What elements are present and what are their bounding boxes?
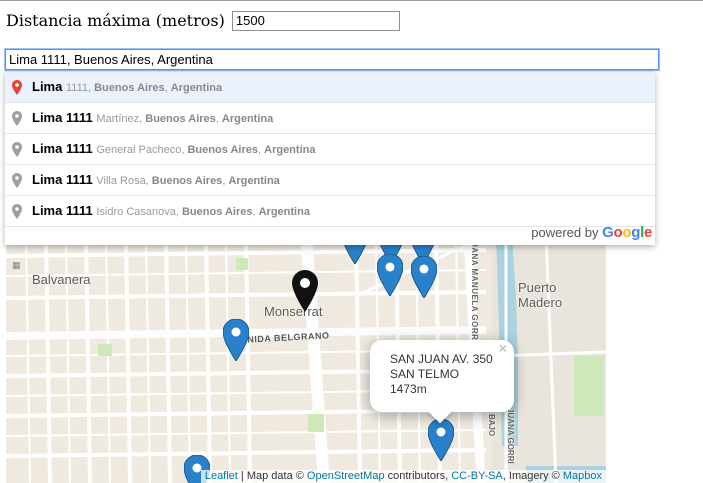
suggestion-main-text: Lima 1111 [32, 110, 93, 125]
map-label-bajo: BAJO [487, 414, 496, 437]
map-marker-pin-icon[interactable] [428, 419, 454, 461]
address-input[interactable] [4, 48, 660, 71]
suggestion-secondary-part: Argentina [264, 144, 316, 156]
google-logo-letter: G [602, 224, 614, 241]
suggestion-main-text: Lima 1111 [32, 203, 93, 218]
autocomplete-dropdown: Lima 1111, Buenos Aires, Argentina Lima 1… [5, 71, 655, 245]
google-logo-letter: o [622, 224, 632, 241]
google-logo-letter: g [631, 224, 641, 241]
suggestion-text: Lima 1111 General Pacheco, Buenos Aires,… [32, 141, 315, 158]
suggestion-list: Lima 1111, Buenos Aires, Argentina Lima 1… [5, 72, 655, 227]
suggestion-secondary-text: Villa Rosa, Buenos Aires, Argentina [96, 175, 279, 187]
map-marker-pin-icon[interactable] [411, 256, 437, 298]
distance-label: Distancia máxima (metros) [6, 10, 225, 30]
map-label-puerto-madero: Puerto Madero [518, 280, 563, 310]
attribution-text: , Imagery © [502, 470, 563, 482]
map-bus-icon: ▦ [12, 260, 21, 270]
attribution-text: | Map data © [237, 470, 307, 482]
mapbox-link[interactable]: Mapbox [563, 470, 602, 482]
suggestion-secondary-part: Buenos Aires [94, 82, 165, 94]
google-logo: Google [602, 224, 652, 241]
suggestion-item[interactable]: Lima 1111 Martínez, Buenos Aires, Argent… [5, 103, 655, 134]
ccbysa-link[interactable]: CC-BY-SA [451, 470, 503, 482]
current-location-marker-icon[interactable] [292, 270, 318, 312]
top-divider [0, 0, 703, 1]
suggestion-secondary-part: Villa Rosa, [96, 175, 152, 187]
suggestion-text: Lima 1111 Martínez, Buenos Aires, Argent… [32, 110, 273, 127]
suggestion-secondary-part: 1111, [65, 82, 95, 94]
suggestion-secondary-part: General Pacheco, [96, 144, 188, 156]
suggestion-item[interactable]: Lima 1111, Buenos Aires, Argentina [5, 72, 655, 103]
distance-row: Distancia máxima (metros) [6, 9, 400, 32]
osm-link[interactable]: OpenStreetMap [307, 470, 385, 482]
suggestion-secondary-part: Martínez, [96, 113, 146, 125]
suggestion-text: Lima 1111 Villa Rosa, Buenos Aires, Arge… [32, 172, 280, 189]
suggestion-item[interactable]: Lima 1111 General Pacheco, Buenos Aires,… [5, 134, 655, 165]
location-pin-icon [12, 80, 22, 95]
location-pin-icon [12, 142, 22, 157]
popup-content: SAN JUAN AV. 350 SAN TELMO 1473m [390, 352, 493, 397]
suggestion-item[interactable]: Lima 1111 Villa Rosa, Buenos Aires, Arge… [5, 165, 655, 196]
popup-close-icon[interactable]: × [499, 341, 507, 356]
attribution-text: contributors, [384, 470, 452, 482]
google-logo-letter: e [643, 224, 652, 241]
map[interactable]: Balvanera Monserrat Puerto Madero AVENID… [6, 236, 606, 483]
popup-neighborhood: SAN TELMO [390, 367, 460, 381]
map-label-balvanera: Balvanera [32, 272, 91, 287]
powered-by-google: powered by Google [531, 224, 652, 241]
suggestion-secondary-part: Buenos Aires [145, 113, 216, 125]
suggestion-secondary-text: Martínez, Buenos Aires, Argentina [96, 113, 273, 125]
suggestion-secondary-part: Buenos Aires [187, 144, 258, 156]
powered-by-text: powered by [531, 225, 599, 240]
marker-popup: SAN JUAN AV. 350 SAN TELMO 1473m × [370, 340, 514, 424]
suggestion-secondary-part: Argentina [228, 175, 280, 187]
suggestion-text: Lima 1111 Isidro Casanova, Buenos Aires,… [32, 203, 310, 220]
suggestion-secondary-text: General Pacheco, Buenos Aires, Argentina [96, 144, 315, 156]
location-pin-icon [12, 173, 22, 188]
suggestion-secondary-part: Isidro Casanova, [96, 206, 182, 218]
map-label-gorriti: JUANA GORRI [506, 408, 515, 464]
suggestion-item[interactable]: Lima 1111 Isidro Casanova, Buenos Aires,… [5, 196, 655, 227]
suggestion-text: Lima 1111, Buenos Aires, Argentina [32, 79, 222, 96]
suggestion-main-text: Lima [32, 79, 63, 94]
google-logo-letter: o [613, 224, 623, 241]
location-pin-icon [12, 111, 22, 126]
map-label-juana-manuela: JUANA MANUELA GORRITI [470, 236, 479, 352]
leaflet-link[interactable]: Leaflet [205, 470, 238, 482]
location-pin-icon [12, 204, 22, 219]
suggestion-secondary-part: Buenos Aires [151, 175, 223, 187]
map-attribution: Leaflet | Map data © OpenStreetMap contr… [200, 470, 606, 483]
distance-input[interactable] [231, 10, 400, 31]
suggestion-secondary-text: 1111, Buenos Aires, Argentina [66, 82, 222, 94]
suggestion-secondary-part: Argentina [170, 82, 223, 94]
suggestion-main-text: Lima 1111 [32, 172, 93, 187]
popup-address: SAN JUAN AV. 350 [390, 352, 493, 366]
suggestion-main-text: Lima 1111 [32, 141, 93, 156]
suggestion-secondary-text: Isidro Casanova, Buenos Aires, Argentina [96, 206, 310, 218]
popup-distance: 1473m [390, 382, 427, 396]
suggestion-secondary-part: Buenos Aires [181, 206, 253, 218]
map-marker-pin-icon[interactable] [223, 319, 249, 361]
suggestion-secondary-part: Argentina [258, 206, 310, 218]
suggestion-secondary-part: Argentina [221, 113, 274, 125]
map-marker-pin-icon[interactable] [377, 254, 403, 296]
